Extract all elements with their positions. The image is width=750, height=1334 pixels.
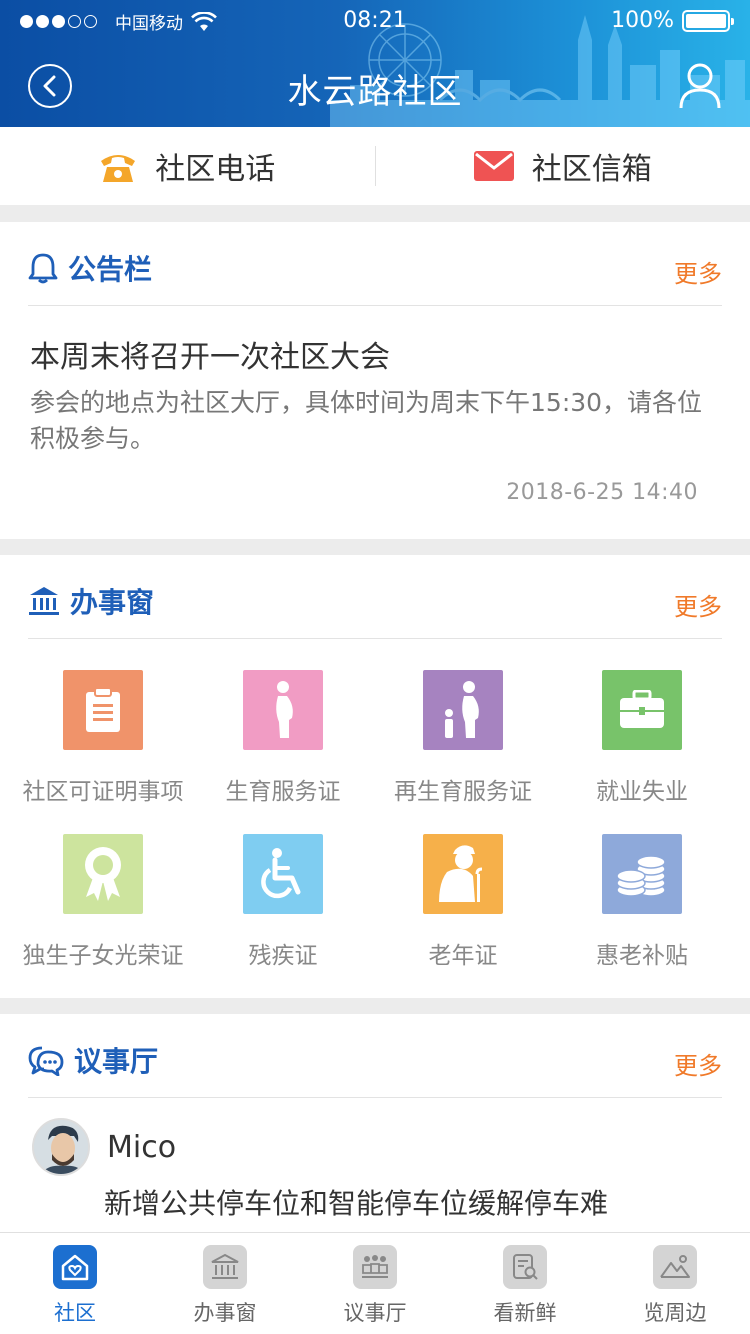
tab-label: 看新鲜: [493, 1301, 557, 1325]
post-text[interactable]: 新增公共停车位和智能停车位缓解停车难: [104, 1182, 608, 1222]
notice-timestamp: 2018-6-25 14:40: [506, 480, 698, 505]
user-profile-icon[interactable]: [678, 62, 722, 110]
battery-percent: 100%: [611, 8, 674, 33]
service-item-only-child-certificate[interactable]: 独生子女光荣证: [13, 834, 193, 970]
notice-board-header: 公告栏 更多: [28, 222, 722, 306]
bottom-tab-bar: 社区 办事窗 议事厅 看新鲜 览周边: [0, 1232, 750, 1334]
mail-icon: [473, 151, 514, 181]
navigation-bar: 水云路社区: [0, 42, 750, 127]
page-title: 水云路社区: [287, 72, 463, 112]
bank-icon: [203, 1245, 247, 1289]
contact-bar: 社区电话 社区信箱: [0, 127, 750, 205]
tab-news[interactable]: 看新鲜: [450, 1233, 600, 1334]
telephone-icon: [101, 155, 136, 182]
coins-icon: [602, 834, 682, 914]
service-item-certificate[interactable]: 社区可证明事项: [13, 670, 193, 806]
wheelchair-icon: [243, 834, 323, 914]
tab-forum[interactable]: 议事厅: [300, 1233, 450, 1334]
briefcase-icon: [602, 670, 682, 750]
service-label: 社区可证明事项: [22, 779, 184, 805]
forum-card: 议事厅 更多 Mico 新增公共停车位和智能停车位缓解停车难: [0, 1014, 750, 1232]
bell-icon: [28, 253, 58, 284]
services-more-link[interactable]: 更多: [674, 587, 722, 622]
service-label: 就业失业: [596, 779, 688, 805]
section-title: 公告栏: [68, 253, 153, 286]
chat-bubbles-icon: [28, 1046, 64, 1076]
notice-board-card: 公告栏 更多 本周末将召开一次社区大会 参会的地点为社区大厅，具体时间为周末下午…: [0, 222, 750, 539]
status-bar: 中国移动 08:21 100%: [0, 0, 750, 42]
community-phone-button[interactable]: 社区电话: [0, 127, 375, 205]
forum-header: 议事厅 更多: [28, 1014, 722, 1098]
service-label: 生育服务证: [225, 779, 341, 805]
community-phone-label: 社区电话: [155, 152, 276, 187]
service-item-birth-permit[interactable]: 生育服务证: [193, 670, 373, 806]
service-label: 再生育服务证: [394, 779, 532, 805]
notice-title[interactable]: 本周末将召开一次社区大会: [30, 332, 390, 376]
service-item-employment[interactable]: 就业失业: [552, 670, 732, 806]
service-item-senior-subsidy[interactable]: 惠老补贴: [552, 834, 732, 970]
notice-more-link[interactable]: 更多: [674, 254, 722, 289]
tab-label: 办事窗: [193, 1301, 257, 1325]
service-item-disability-certificate[interactable]: 残疾证: [193, 834, 373, 970]
avatar[interactable]: [32, 1118, 90, 1176]
app-header: 中国移动 08:21 100% 水云路社区: [0, 0, 750, 127]
section-title: 办事窗: [70, 586, 155, 619]
service-item-second-birth-permit[interactable]: 再生育服务证: [373, 670, 553, 806]
service-window-card: 办事窗 更多 社区可证明事项 生育服务证 再生育服务证 就业失业 独生子女光荣证…: [0, 555, 750, 998]
mother-child-icon: [423, 670, 503, 750]
forum-more-link[interactable]: 更多: [674, 1046, 722, 1081]
service-window-header: 办事窗 更多: [28, 555, 722, 639]
elderly-icon: [423, 834, 503, 914]
section-title: 议事厅: [74, 1045, 159, 1078]
community-mailbox-button[interactable]: 社区信箱: [376, 127, 750, 205]
meeting-icon: [353, 1245, 397, 1289]
tab-service-window[interactable]: 办事窗: [150, 1233, 300, 1334]
notice-body: 参会的地点为社区大厅，具体时间为周末下午15:30，请各位积极参与。: [30, 388, 703, 453]
service-item-senior-card[interactable]: 老年证: [373, 834, 553, 970]
community-mailbox-label: 社区信箱: [531, 152, 652, 187]
tab-label: 览周边: [643, 1301, 707, 1325]
pregnant-icon: [243, 670, 323, 750]
service-label: 残疾证: [248, 943, 318, 969]
service-label: 老年证: [428, 943, 498, 969]
home-heart-icon: [53, 1245, 97, 1289]
battery-icon: [682, 9, 734, 32]
tab-label: 议事厅: [343, 1301, 407, 1325]
award-icon: [63, 834, 143, 914]
tab-nearby[interactable]: 览周边: [600, 1233, 750, 1334]
tab-label: 社区: [54, 1301, 96, 1325]
landscape-icon: [653, 1245, 697, 1289]
service-label: 惠老补贴: [596, 943, 688, 969]
post-username: Mico: [107, 1130, 177, 1165]
service-label: 独生子女光荣证: [22, 943, 184, 969]
news-search-icon: [503, 1245, 547, 1289]
tab-community[interactable]: 社区: [0, 1233, 150, 1334]
bank-icon: [29, 587, 59, 615]
clipboard-icon: [63, 670, 143, 750]
